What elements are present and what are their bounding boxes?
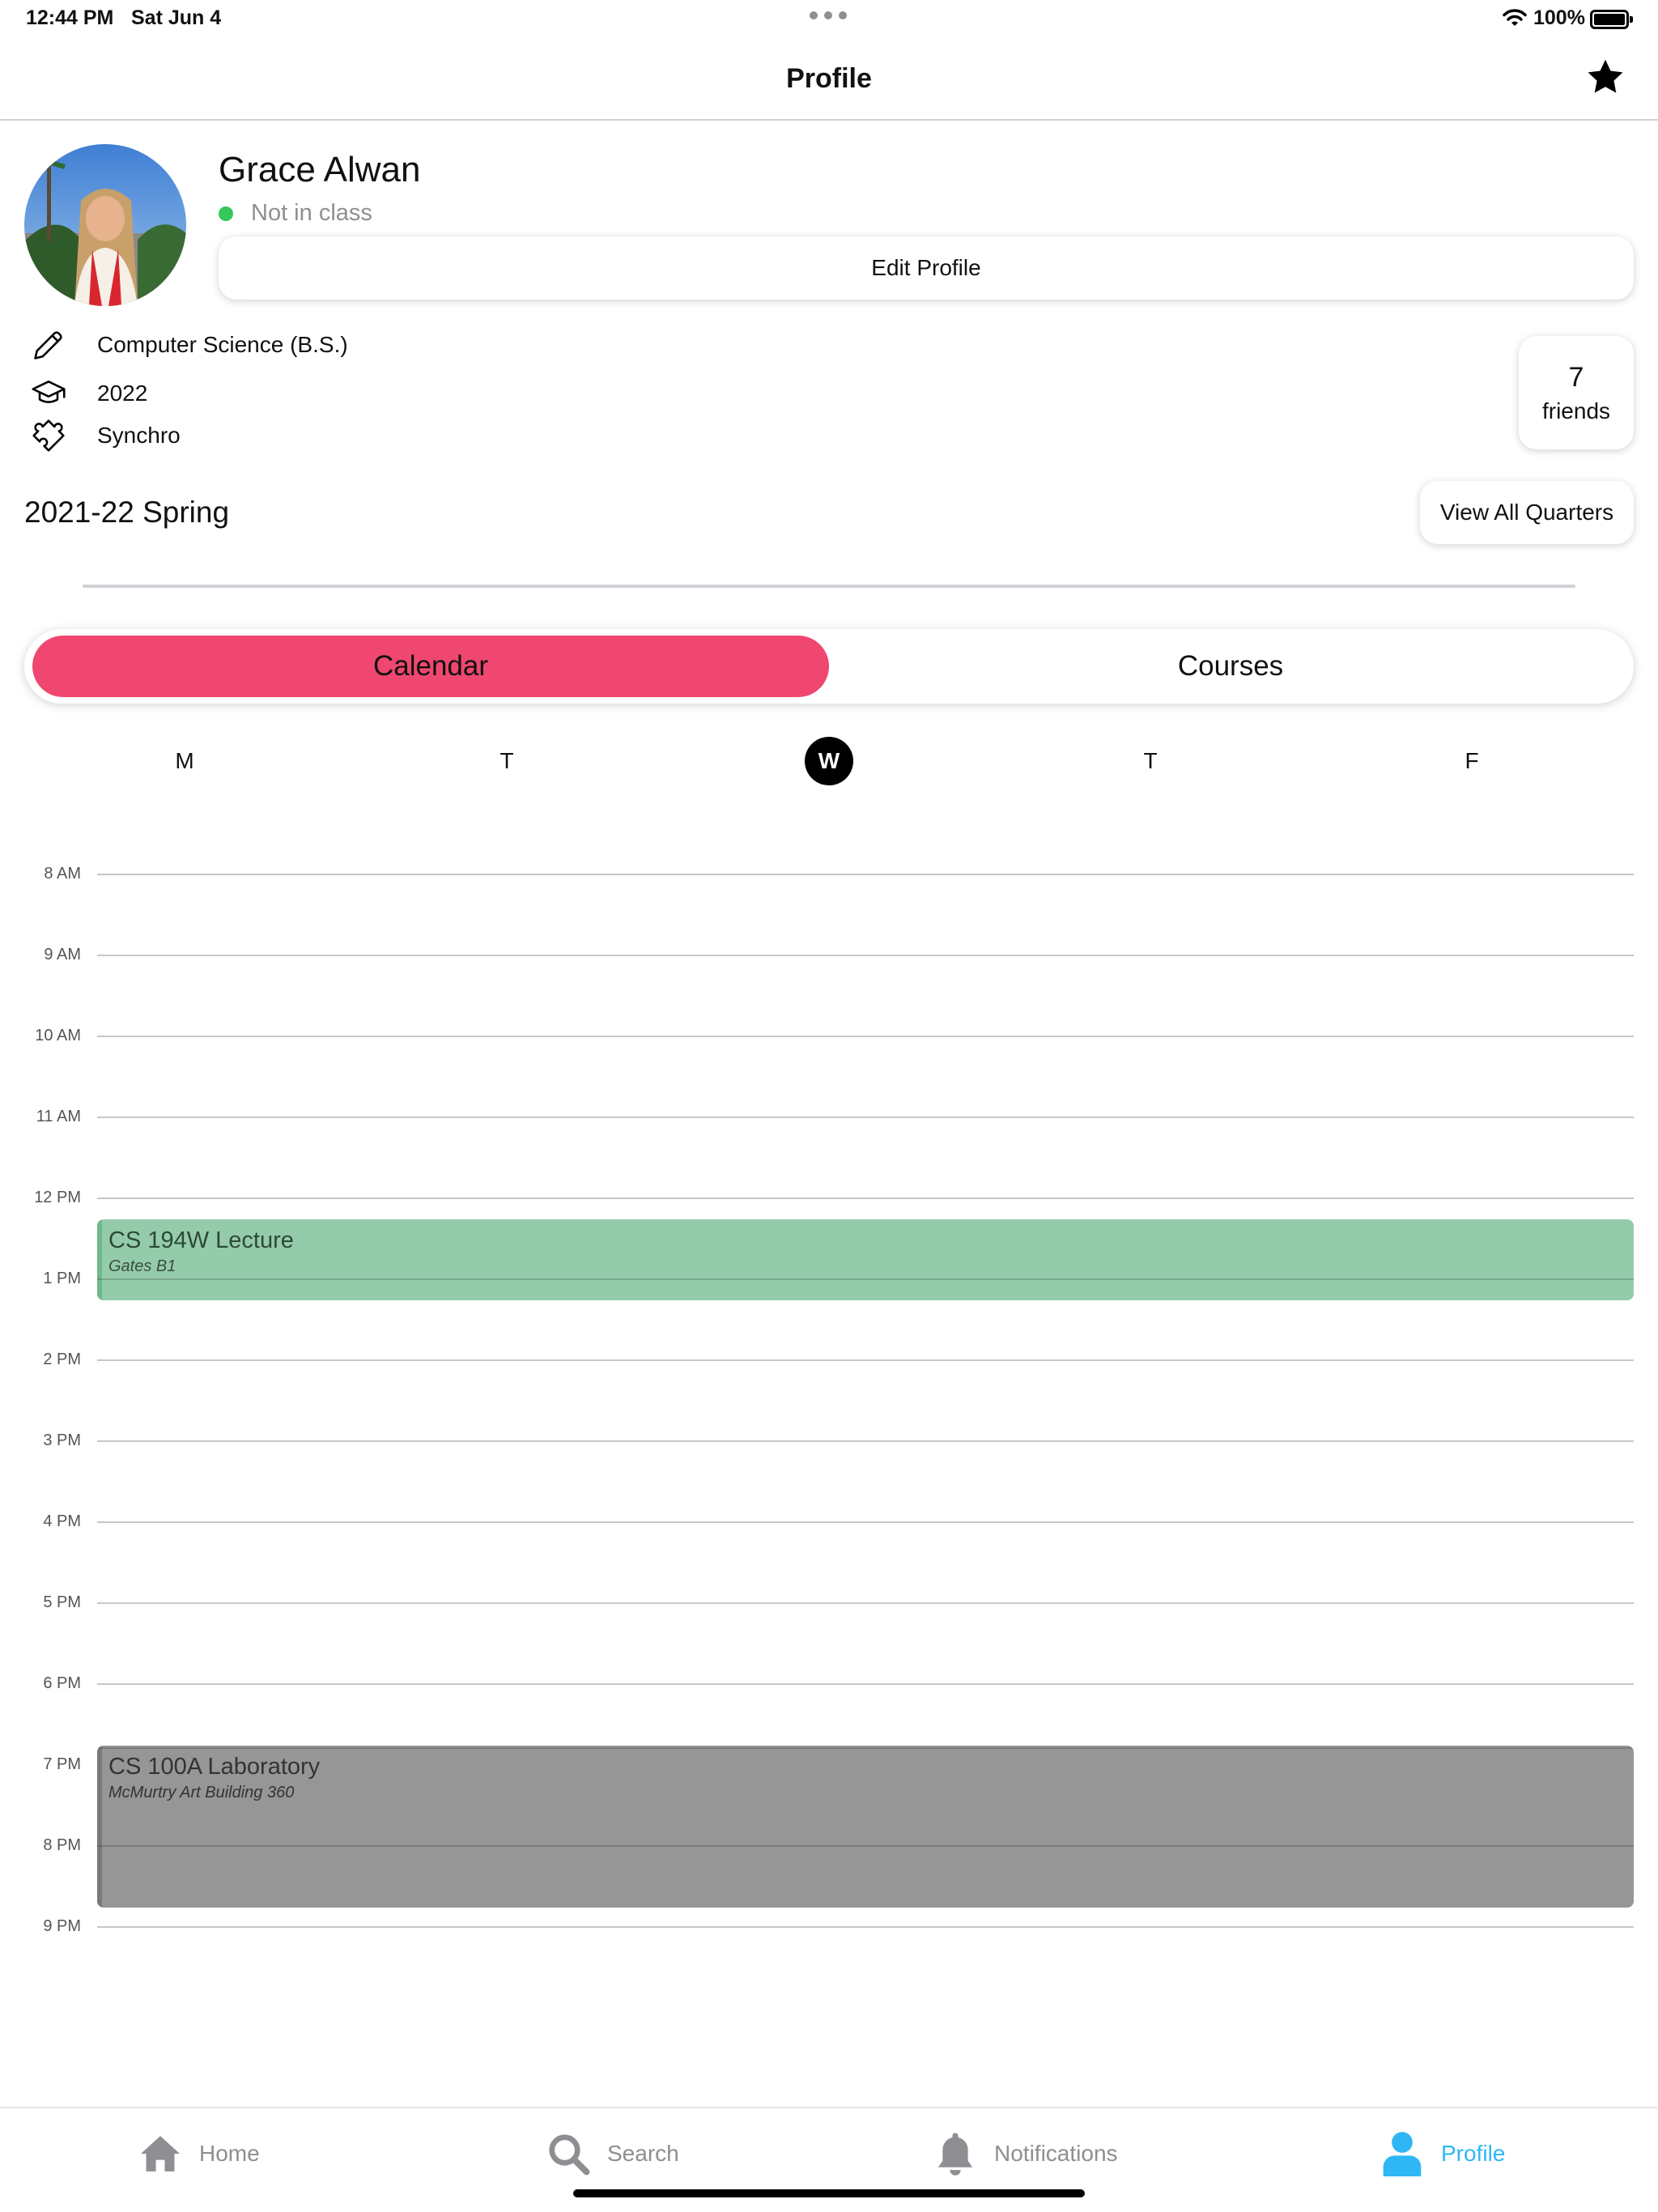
hour-line <box>97 1197 1634 1199</box>
profile-name: Grace Alwan <box>219 150 421 189</box>
tab-notifications-label: Notifications <box>994 2141 1118 2166</box>
hour-line <box>97 1602 1634 1604</box>
avatar[interactable] <box>24 144 186 306</box>
hour-label: 10 AM <box>35 1027 81 1044</box>
tab-profile[interactable]: Profile <box>1380 2131 1505 2176</box>
divider <box>83 585 1575 588</box>
person-icon <box>1380 2131 1425 2176</box>
event-title: CS 100A Laboratory <box>108 1754 321 1780</box>
battery-icon <box>1590 10 1633 29</box>
navigation-bar: Profile <box>0 39 1658 121</box>
hour-line <box>97 955 1634 956</box>
major-text: Computer Science (B.S.) <box>97 332 348 357</box>
tab-notifications[interactable]: Notifications <box>933 2131 1118 2176</box>
hour-line <box>97 1117 1634 1118</box>
major-row: Computer Science (B.S.) <box>29 325 348 364</box>
multitasking-dots-icon[interactable] <box>810 11 847 19</box>
weekday-thursday[interactable]: T <box>1126 737 1175 785</box>
hour-label: 1 PM <box>43 1270 81 1287</box>
activity-text: Synchro <box>97 423 181 448</box>
puzzle-icon <box>29 416 68 455</box>
status-indicator-icon <box>219 206 233 221</box>
search-icon <box>546 2131 591 2176</box>
activity-row: Synchro <box>29 416 181 455</box>
hour-line <box>97 874 1634 875</box>
hour-line <box>97 1521 1634 1523</box>
hour-label: 12 PM <box>34 1189 81 1206</box>
hour-line <box>97 1359 1634 1361</box>
hour-label: 6 PM <box>43 1674 81 1692</box>
weekday-monday[interactable]: M <box>160 737 209 785</box>
tab-home[interactable]: Home <box>138 2131 260 2176</box>
tab-search[interactable]: Search <box>546 2131 679 2176</box>
view-segmented-control: Calendar Courses <box>24 629 1634 704</box>
calendar-event[interactable]: CS 194W Lecture Gates B1 <box>97 1219 1634 1300</box>
weekday-friday[interactable]: F <box>1448 737 1496 785</box>
bell-icon <box>933 2131 978 2176</box>
friends-label: friends <box>1541 398 1611 423</box>
graduation-cap-icon <box>29 374 68 413</box>
hour-label: 9 AM <box>44 946 81 963</box>
hour-label: 5 PM <box>43 1593 81 1611</box>
tab-home-label: Home <box>199 2141 260 2166</box>
hour-line <box>97 1926 1634 1928</box>
hour-label: 8 AM <box>44 865 81 883</box>
home-icon <box>138 2131 183 2176</box>
tab-calendar[interactable]: Calendar <box>32 636 829 697</box>
class-status-text: Not in class <box>251 200 372 226</box>
status-time: 12:44 PM <box>26 6 114 29</box>
tab-profile-label: Profile <box>1441 2141 1506 2166</box>
friends-count: 7 <box>1568 362 1584 393</box>
pencil-icon <box>29 325 68 364</box>
year-row: 2022 <box>29 374 147 413</box>
event-location: Gates B1 <box>108 1257 176 1275</box>
hour-label: 4 PM <box>43 1512 81 1530</box>
calendar-event[interactable]: CS 100A Laboratory McMurtry Art Building… <box>97 1746 1634 1908</box>
event-title: CS 194W Lecture <box>108 1227 294 1253</box>
hour-label: 9 PM <box>43 1917 81 1935</box>
hour-label: 8 PM <box>43 1836 81 1854</box>
view-all-quarters-button[interactable]: View All Quarters <box>1420 481 1634 544</box>
weekday-wednesday-selected[interactable]: W <box>805 737 853 785</box>
hour-label: 7 PM <box>43 1755 81 1773</box>
tab-courses[interactable]: Courses <box>834 636 1627 697</box>
page-title: Profile <box>786 63 872 94</box>
star-icon[interactable] <box>1585 57 1626 97</box>
hour-line <box>97 1036 1634 1037</box>
event-location: McMurtry Art Building 360 <box>108 1784 295 1802</box>
hour-line <box>97 1440 1634 1442</box>
quarter-title: 2021-22 Spring <box>24 496 230 529</box>
tab-search-label: Search <box>607 2141 679 2166</box>
hour-label: 3 PM <box>43 1431 81 1449</box>
year-text: 2022 <box>97 381 148 406</box>
friends-card[interactable]: 7 friends <box>1519 336 1634 449</box>
status-bar: 12:44 PM Sat Jun 4 100% <box>0 0 1658 39</box>
battery-percent: 100% <box>1533 6 1585 29</box>
edit-profile-button[interactable]: Edit Profile <box>219 236 1634 300</box>
hour-label: 2 PM <box>43 1351 81 1368</box>
hour-line <box>97 1683 1634 1685</box>
home-indicator[interactable] <box>573 2189 1085 2197</box>
class-status: Not in class <box>219 200 372 227</box>
status-date: Sat Jun 4 <box>131 6 222 29</box>
hour-label: 11 AM <box>36 1108 81 1125</box>
weekday-tuesday[interactable]: T <box>483 737 531 785</box>
wifi-icon <box>1503 9 1527 26</box>
